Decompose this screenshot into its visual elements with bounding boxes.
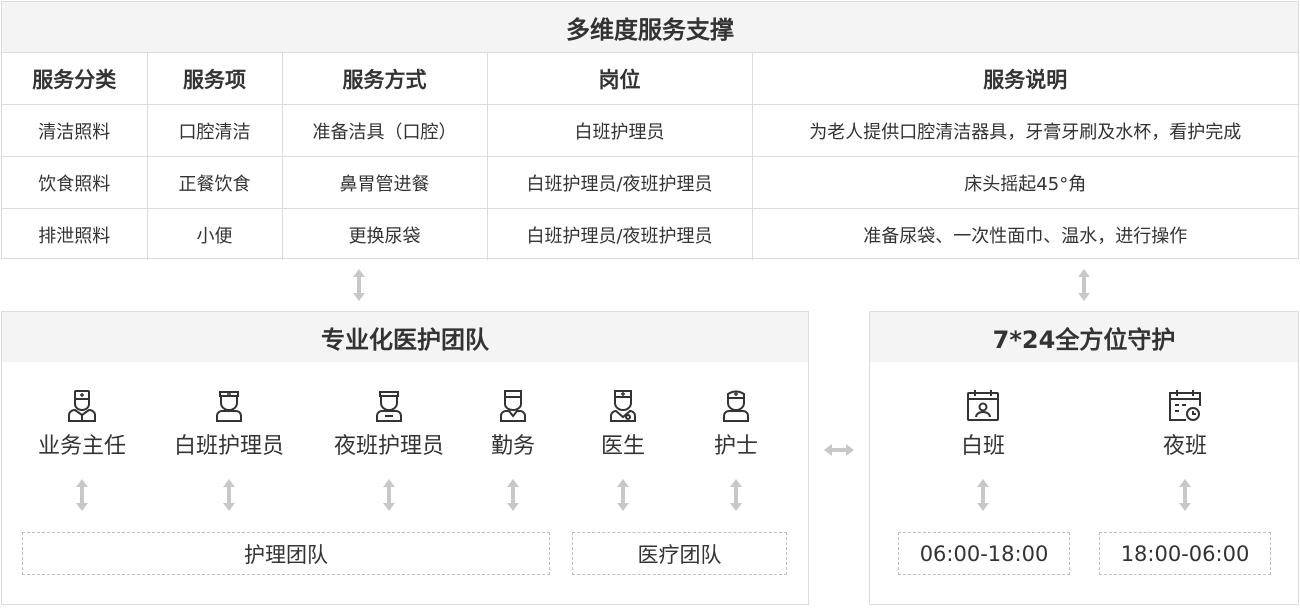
table-row: 饮食照料 正餐饮食 鼻胃管进餐 白班护理员/夜班护理员 床头摇起45°角 (2, 156, 1298, 209)
day-shift-time: 06:00-18:00 (898, 532, 1070, 575)
double-arrow-vertical-icon (75, 478, 89, 512)
service-support-title: 多维度服务支撑 (2, 2, 1298, 52)
doctor-icon (610, 390, 636, 422)
care-team-group: 护理团队 (22, 532, 550, 575)
service-table-header-row: 服务分类 服务项 服务方式 岗位 服务说明 (2, 52, 1298, 105)
table-cell: 鼻胃管进餐 (282, 156, 488, 209)
role-label: 业务主任 (37, 434, 126, 459)
shift-title: 7*24全方位守护 (870, 312, 1298, 362)
double-arrow-vertical-icon (729, 478, 743, 512)
double-arrow-vertical-icon (616, 478, 630, 512)
table-cell: 更换尿袋 (282, 208, 488, 260)
table-cell: 口腔清洁 (147, 104, 283, 157)
table-cell: 白班护理员/夜班护理员 (487, 208, 753, 260)
double-arrow-vertical-icon (382, 478, 396, 512)
shift-day: 白班 (918, 388, 1048, 460)
double-arrow-vertical-icon (976, 478, 990, 512)
role-label: 夜班护理员 (333, 434, 444, 459)
role-day-caregiver: 白班护理员 (164, 388, 294, 460)
table-cell: 小便 (147, 208, 283, 260)
double-arrow-vertical-icon (222, 478, 236, 512)
shift-label: 夜班 (1162, 434, 1207, 459)
table-cell: 为老人提供口腔清洁器具，牙膏牙刷及水杯，看护完成 (752, 104, 1298, 157)
nurse-icon (723, 390, 749, 422)
role-doctor: 医生 (558, 388, 688, 460)
table-row: 排泄照料 小便 更换尿袋 白班护理员/夜班护理员 准备尿袋、一次性面巾、温水，进… (2, 208, 1298, 260)
table-cell: 正餐饮食 (147, 156, 283, 209)
header-description: 服务说明 (752, 52, 1298, 105)
role-nurse: 护士 (671, 388, 801, 460)
medical-team-title: 专业化医护团队 (2, 312, 808, 362)
calendar-clock-icon (1169, 390, 1201, 421)
night-shift-time: 18:00-06:00 (1099, 532, 1271, 575)
service-staff-icon (500, 390, 526, 422)
medical-team-group: 医疗团队 (572, 532, 787, 575)
night-caregiver-icon (376, 391, 402, 422)
table-cell: 准备尿袋、一次性面巾、温水，进行操作 (752, 208, 1298, 260)
service-support-panel: 多维度服务支撑 服务分类 服务项 服务方式 岗位 服务说明 清洁照料 口腔清洁 … (1, 1, 1299, 260)
table-cell: 白班护理员/夜班护理员 (487, 156, 753, 209)
role-label: 护士 (713, 434, 758, 459)
shift-label: 白班 (960, 434, 1005, 459)
table-cell: 排泄照料 (2, 208, 148, 260)
day-caregiver-icon (216, 391, 242, 422)
header-method: 服务方式 (282, 52, 488, 105)
header-item: 服务项 (147, 52, 283, 105)
double-arrow-vertical-icon (506, 478, 520, 512)
role-director: 业务主任 (17, 388, 147, 460)
table-cell: 准备洁具（口腔） (282, 104, 488, 157)
service-table: 服务分类 服务项 服务方式 岗位 服务说明 清洁照料 口腔清洁 准备洁具（口腔）… (2, 52, 1298, 260)
director-icon (68, 390, 96, 422)
double-arrow-vertical-icon (1178, 478, 1192, 512)
shift-night: 夜班 (1120, 388, 1250, 460)
double-arrow-vertical-icon (1077, 268, 1091, 302)
table-cell: 清洁照料 (2, 104, 148, 157)
double-arrow-vertical-icon (352, 268, 366, 302)
double-arrow-horizontal-icon (823, 443, 855, 457)
role-label: 白班护理员 (173, 434, 284, 459)
role-label: 医生 (600, 434, 645, 459)
table-row: 清洁照料 口腔清洁 准备洁具（口腔） 白班护理员 为老人提供口腔清洁器具，牙膏牙… (2, 104, 1298, 157)
calendar-user-icon (967, 390, 999, 421)
table-cell: 白班护理员 (487, 104, 753, 157)
header-position: 岗位 (487, 52, 753, 105)
role-night-caregiver: 夜班护理员 (324, 388, 454, 460)
table-cell: 床头摇起45°角 (752, 156, 1298, 209)
table-cell: 饮食照料 (2, 156, 148, 209)
header-category: 服务分类 (2, 52, 148, 105)
